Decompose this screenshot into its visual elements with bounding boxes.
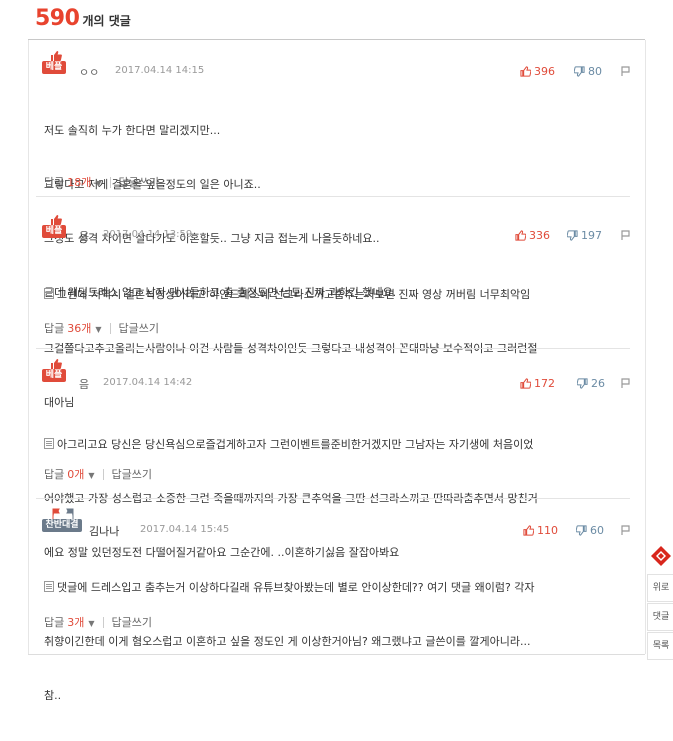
reply-toggle[interactable]: 답글 0개 ▼ — [44, 466, 95, 482]
upvote-button[interactable]: 336 — [515, 229, 550, 242]
best-badge-label: 베플 — [42, 61, 66, 74]
comment-author[interactable]: 음 — [79, 228, 89, 244]
chevron-down-icon: ▼ — [95, 179, 102, 188]
divider — [102, 468, 104, 480]
debate-badge-label: 찬반대결 — [42, 519, 82, 532]
reply-count: 0개 — [67, 468, 85, 481]
reply-label: 답글 — [44, 176, 65, 189]
comment-footer: 답글 36개 ▼ 답글쓰기 — [44, 320, 159, 336]
comment-line: 댓글에 드레스입고 춤추는거 이상하다길래 유튜브찾아봤는데 별로 안이상한데?… — [44, 579, 634, 597]
upvote-count: 110 — [537, 524, 558, 537]
downvote-button[interactable]: 197 — [567, 229, 602, 242]
report-icon[interactable] — [621, 378, 630, 388]
upvote-count: 336 — [529, 229, 550, 242]
reply-toggle[interactable]: 답글 18개 ▼ — [44, 174, 102, 190]
document-icon — [44, 438, 54, 449]
thumbs-down-icon — [576, 525, 587, 536]
comments-button[interactable]: 댓글 — [647, 603, 673, 631]
write-reply-button[interactable]: 답글쓰기 — [112, 614, 152, 630]
comment-line: 취향이긴한데 이게 혐오스럽고 이혼하고 싶을 정도인 게 이상한거아님? 왜그… — [44, 635, 531, 648]
downvote-button[interactable]: 60 — [576, 524, 604, 537]
comment-line: 아그리고요 당신은 당신욕심으로즐겁게하고자 그런이벤트를준비한거겠지만 그남자… — [44, 436, 634, 454]
write-reply-button[interactable]: 답글쓰기 — [112, 466, 152, 482]
thumbs-up-icon — [515, 230, 526, 241]
reply-count: 36개 — [67, 322, 92, 335]
upvote-count: 396 — [534, 65, 555, 78]
comment-date: 2017.04.14 14:15 — [115, 65, 205, 76]
comment-line: 어야했고 가장 성스럽고 소중한 그런 죽을때까지의 가장 큰추억을 그딴 선그… — [44, 492, 538, 505]
comment-footer: 답글 0개 ▼ 답글쓰기 — [44, 466, 152, 482]
reply-count: 18개 — [67, 176, 92, 189]
reply-label: 답글 — [44, 468, 65, 481]
reply-toggle[interactable]: 답글 3개 ▼ — [44, 614, 95, 630]
top-divider — [28, 39, 645, 40]
thumbs-down-icon — [577, 378, 588, 389]
comment-date: 2017.04.14 14:42 — [103, 377, 193, 388]
downvote-button[interactable]: 26 — [577, 377, 605, 390]
right-border — [645, 40, 646, 654]
downvote-count: 80 — [588, 65, 602, 78]
downvote-count: 26 — [591, 377, 605, 390]
write-reply-button[interactable]: 답글쓰기 — [119, 320, 159, 336]
report-icon[interactable] — [621, 230, 630, 240]
best-badge-label: 베플 — [42, 225, 66, 238]
chevron-down-icon: ▼ — [88, 471, 95, 480]
comment-footer: 답글 3개 ▼ 답글쓰기 — [44, 614, 152, 630]
thumbs-up-icon — [520, 66, 531, 77]
comment-date: 2017.04.14 13:59 — [103, 229, 193, 240]
scroll-top-button[interactable]: 위로 — [647, 574, 673, 602]
document-icon — [44, 581, 54, 592]
comment-body: 댓글에 드레스입고 춤추는거 이상하다길래 유튜브찾아봤는데 별로 안이상한데?… — [44, 543, 634, 741]
comment-line: 저도 솔직히 누가 한다면 말리겠지만... — [44, 124, 221, 137]
divider — [109, 176, 111, 188]
thumbs-down-icon — [574, 66, 585, 77]
comment-author[interactable]: 음 — [79, 376, 89, 392]
comment-count-suffix: 개의 댓글 — [82, 14, 131, 28]
upvote-count: 172 — [534, 377, 555, 390]
upvote-button[interactable]: 110 — [523, 524, 558, 537]
comment-count-header: 590 개의 댓글 — [35, 6, 131, 31]
divider — [102, 616, 104, 628]
comment-separator — [36, 196, 630, 197]
comment-separator — [36, 498, 630, 499]
chevron-down-icon: ▼ — [95, 325, 102, 334]
comment-date: 2017.04.14 15:45 — [140, 524, 230, 535]
upvote-button[interactable]: 396 — [520, 65, 555, 78]
thumbs-up-icon — [523, 525, 534, 536]
thumbs-up-icon — [520, 378, 531, 389]
divider — [109, 322, 111, 334]
comment-count: 590 — [35, 6, 80, 31]
upvote-button[interactable]: 172 — [520, 377, 555, 390]
reply-count: 3개 — [67, 616, 85, 629]
comment-line: 그걸쭐다고추고올리는사람이나 이건 사람들 성격차이인듯 그렇다고 내성격이 꼰… — [44, 342, 538, 355]
downvote-count: 60 — [590, 524, 604, 537]
comment-line-text: 댓글에 드레스입고 춤추는거 이상하다길래 유튜브찾아봤는데 별로 안이상한데?… — [57, 581, 535, 594]
downvote-count: 197 — [581, 229, 602, 242]
reply-toggle[interactable]: 답글 36개 ▼ — [44, 320, 102, 336]
best-badge-label: 베플 — [42, 369, 66, 382]
write-reply-button[interactable]: 답글쓰기 — [119, 174, 159, 190]
comment-line-text: 그런데 저역시 결혼식영상이라고 하얀드레스에 선그라스끼고춤추는거보면 진짜 … — [57, 288, 531, 301]
cube-icon[interactable] — [650, 545, 672, 567]
document-icon — [44, 288, 54, 299]
comment-footer: 답글 18개 ▼ 답글쓰기 — [44, 174, 159, 190]
report-icon[interactable] — [621, 525, 630, 535]
report-icon[interactable] — [621, 66, 630, 76]
comment-separator — [36, 348, 630, 349]
comment-author[interactable]: ㅇㅇ — [79, 64, 99, 80]
downvote-button[interactable]: 80 — [574, 65, 602, 78]
comment-line-text: 아그리고요 당신은 당신욕심으로즐겁게하고자 그런이벤트를준비한거겠지만 그남자… — [57, 438, 534, 451]
reply-label: 답글 — [44, 616, 65, 629]
chevron-down-icon: ▼ — [88, 619, 95, 628]
comment-line: 그런데 저역시 결혼식영상이라고 하얀드레스에 선그라스끼고춤추는거보면 진짜 … — [44, 286, 634, 304]
left-border — [28, 40, 29, 654]
comment-line: 참.. — [44, 689, 62, 702]
reply-label: 답글 — [44, 322, 65, 335]
thumbs-down-icon — [567, 230, 578, 241]
list-button[interactable]: 목록 — [647, 632, 673, 660]
comment-author[interactable]: 김나나 — [89, 523, 119, 539]
